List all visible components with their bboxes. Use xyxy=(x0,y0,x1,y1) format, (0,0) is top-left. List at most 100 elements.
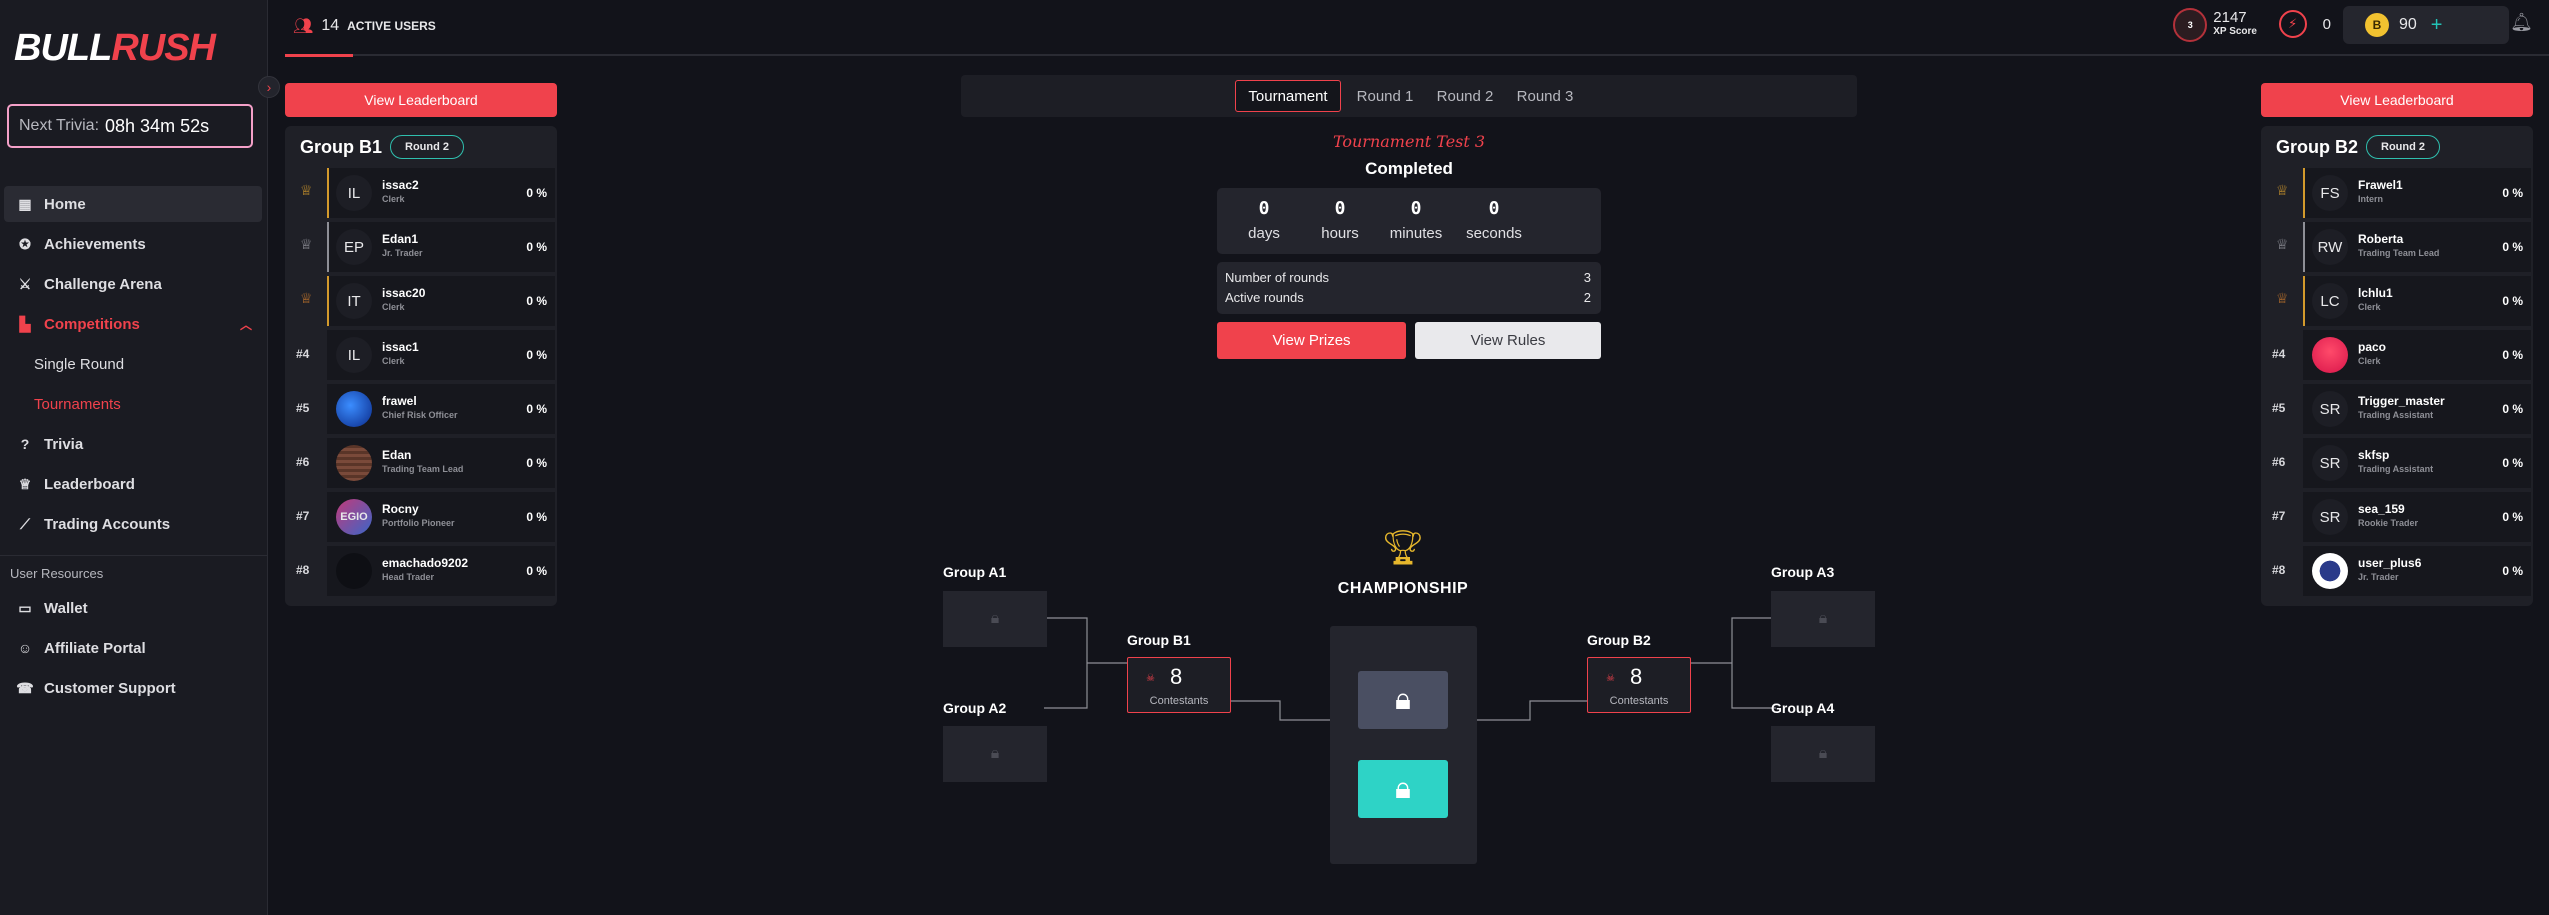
add-coins-button[interactable]: + xyxy=(2431,14,2443,37)
bronze-trophy-icon: ♕ xyxy=(300,290,313,306)
player-name: Edan xyxy=(382,448,412,462)
nav-competitions[interactable]: ▙ Competitions ︿ xyxy=(4,306,262,342)
table-row[interactable]: #7 EGIO Rocny Portfolio Pioneer 0 % xyxy=(285,492,557,542)
group-b1-title: Group B1 xyxy=(300,136,383,157)
nav-affiliate-portal[interactable]: ☺ Affiliate Portal xyxy=(4,630,262,666)
lock-icon[interactable]: 🔒︎ xyxy=(1358,671,1448,729)
player-name: paco xyxy=(2358,340,2387,354)
tab-round-3[interactable]: Round 3 xyxy=(1505,80,1585,112)
table-row[interactable]: ♕ IT issac20 Clerk 0 % xyxy=(285,276,557,326)
group-a4-slot[interactable]: 🔒︎ xyxy=(1771,726,1875,782)
player-role: Head Trader xyxy=(382,572,435,582)
view-prizes-button[interactable]: View Prizes xyxy=(1217,322,1406,359)
table-row[interactable]: ♕ FS Frawel1 Intern 0 % xyxy=(2261,168,2533,218)
nav-tournaments[interactable]: Tournaments xyxy=(4,386,262,422)
player-percent: 0 % xyxy=(526,240,547,254)
sidebar-collapse-button[interactable]: › xyxy=(258,76,280,98)
table-row[interactable]: ♕ EP Edan1 Jr. Trader 0 % xyxy=(285,222,557,272)
bronze-trophy-icon: ♕ xyxy=(2276,290,2289,306)
table-row[interactable]: #5 SR Trigger_master Trading Assistant 0… xyxy=(2261,384,2533,434)
view-rules-button[interactable]: View Rules xyxy=(1415,322,1601,359)
sidebar: B ULL RUSH Next Trivia: 08h 34m 52s ▦ Home… xyxy=(0,0,268,915)
table-row[interactable]: #5 frawel Chief Risk Officer 0 % xyxy=(285,384,557,434)
nav-single-round-label: Single Round xyxy=(34,355,125,373)
next-trivia-countdown[interactable]: Next Trivia: 08h 34m 52s xyxy=(7,104,253,148)
group-b1-contestant-count: 8 xyxy=(1170,664,1183,689)
nav-single-round[interactable]: Single Round xyxy=(4,346,262,382)
player-name: frawel xyxy=(382,394,417,408)
countdown-hours-value: 0 xyxy=(1334,198,1346,219)
nav-trading-accounts[interactable]: ⟋ Trading Accounts xyxy=(4,506,262,542)
avatar xyxy=(2312,553,2348,589)
active-users: 👥︎ 14 ACTIVE USERS xyxy=(293,16,436,36)
group-b1-bracket-box[interactable]: ☠︎ 8 Contestants xyxy=(1127,657,1231,713)
table-row[interactable]: #7 SR sea_159 Rookie Trader 0 % xyxy=(2261,492,2533,542)
group-b1-bracket-label: Group B1 xyxy=(1127,632,1191,648)
player-percent: 0 % xyxy=(526,294,547,308)
tournament-name: Tournament Test 3 xyxy=(1332,132,1486,151)
player-percent: 0 % xyxy=(2502,456,2523,470)
power-counter[interactable]: ⚡︎ 0 xyxy=(2278,10,2331,38)
lock-icon: 🔒︎ xyxy=(990,610,1000,627)
group-b1-round-badge: Round 2 xyxy=(390,135,465,159)
nav-challenge-arena-label: Challenge Arena xyxy=(44,275,162,293)
group-b2-bracket-box[interactable]: ☠︎ 8 Contestants xyxy=(1587,657,1691,713)
bell-icon[interactable]: 🔔︎ xyxy=(2510,12,2533,33)
nav-trivia[interactable]: ? Trivia xyxy=(4,426,262,462)
nav-home-label: Home xyxy=(44,195,86,213)
nav-wallet-label: Wallet xyxy=(44,599,88,617)
coins-value: 90 xyxy=(2399,16,2417,33)
tab-tournament[interactable]: Tournament xyxy=(1235,80,1341,112)
power-icon: ⚡︎ xyxy=(2278,10,2307,38)
nav-wallet[interactable]: ▭ Wallet xyxy=(4,590,262,626)
nav-challenge-arena[interactable]: ⚔ Challenge Arena xyxy=(4,266,262,302)
table-row[interactable]: #8 user_plus6 Jr. Trader 0 % xyxy=(2261,546,2533,596)
power-value: 0 xyxy=(2322,15,2331,33)
nav-trading-accounts-label: Trading Accounts xyxy=(44,515,171,533)
coins-balance[interactable]: B 90 + xyxy=(2343,6,2509,44)
active-tab-underline xyxy=(285,54,353,57)
group-a3-slot[interactable]: 🔒︎ xyxy=(1771,591,1875,647)
table-row[interactable]: #8 emachado9202 Head Trader 0 % xyxy=(285,546,557,596)
player-role: Trading Team Lead xyxy=(2358,248,2440,258)
logo-part-rush: RUSH xyxy=(111,26,216,69)
nav-affiliate-portal-label: Affiliate Portal xyxy=(44,639,146,657)
lock-icon: 🔒︎ xyxy=(1818,610,1828,627)
table-row[interactable]: #4 paco Clerk 0 % xyxy=(2261,330,2533,380)
player-role: Trading Team Lead xyxy=(382,464,464,474)
group-a2-label: Group A2 xyxy=(943,700,1007,716)
logo-part-ull: ULL xyxy=(40,26,112,69)
nav-leaderboard[interactable]: ♕ Leaderboard xyxy=(4,466,262,502)
next-trivia-time: 08h 34m 52s xyxy=(105,115,210,136)
nav-customer-support[interactable]: ☎ Customer Support xyxy=(4,670,262,706)
tab-round-1[interactable]: Round 1 xyxy=(1345,80,1425,112)
tab-round-2[interactable]: Round 2 xyxy=(1425,80,1505,112)
lock-icon[interactable]: 🔒︎ xyxy=(1358,760,1448,818)
countdown-seconds: 0 seconds xyxy=(1459,198,1529,242)
chevron-right-icon: › xyxy=(266,79,272,95)
active-users-count: 14 xyxy=(321,17,340,34)
nav-home[interactable]: ▦ Home xyxy=(4,186,262,222)
view-leaderboard-button-b2[interactable]: View Leaderboard xyxy=(2261,83,2533,117)
top-bar: 👥︎ 14 ACTIVE USERS 3 2147 XP Score ⚡︎ 0 … xyxy=(285,0,2549,57)
bullrush-logo[interactable]: B ULL RUSH xyxy=(14,24,216,72)
player-name: user_plus6 xyxy=(2358,556,2422,570)
table-row[interactable]: ♕ IL issac2 Clerk 0 % xyxy=(285,168,557,218)
countdown-hours: 0 hours xyxy=(1305,198,1375,242)
xp-score[interactable]: 3 2147 XP Score xyxy=(2173,8,2257,42)
table-row[interactable]: #6 Edan Trading Team Lead 0 % xyxy=(285,438,557,488)
view-leaderboard-button-b1[interactable]: View Leaderboard xyxy=(285,83,557,117)
group-a1-slot[interactable]: 🔒︎ xyxy=(943,591,1047,647)
number-of-rounds-label: Number of rounds xyxy=(1225,270,1330,285)
player-percent: 0 % xyxy=(2502,240,2523,254)
table-row[interactable]: ♕ RW Roberta Trading Team Lead 0 % xyxy=(2261,222,2533,272)
group-b2-contestants-label: Contestants xyxy=(1609,695,1669,707)
table-row[interactable]: #6 SR skfsp Trading Assistant 0 % xyxy=(2261,438,2533,488)
table-row[interactable]: ♕ LC lchlu1 Clerk 0 % xyxy=(2261,276,2533,326)
player-name: emachado9202 xyxy=(382,556,469,570)
table-row[interactable]: #4 IL issac1 Clerk 0 % xyxy=(285,330,557,380)
nav-achievements[interactable]: ✪ Achievements xyxy=(4,226,262,262)
avatar xyxy=(336,553,372,589)
group-a2-slot[interactable]: 🔒︎ xyxy=(943,726,1047,782)
player-percent: 0 % xyxy=(526,186,547,200)
